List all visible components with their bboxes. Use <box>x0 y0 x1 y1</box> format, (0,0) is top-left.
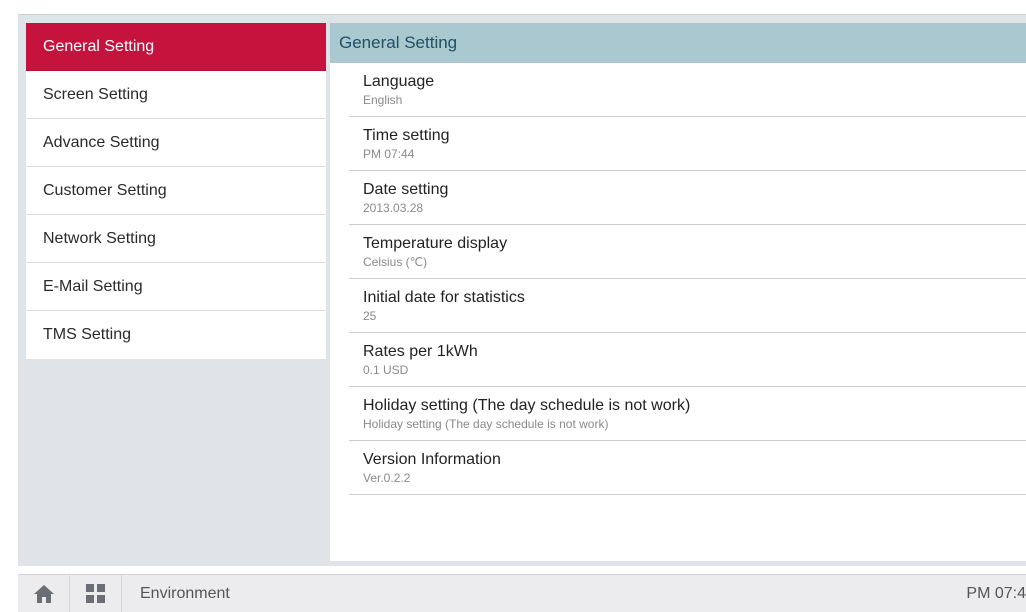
sidebar-item-tms-setting[interactable]: TMS Setting <box>26 311 326 359</box>
settings-list: Language English Time setting PM 07:44 D… <box>330 63 1026 495</box>
setting-value: 2013.03.28 <box>363 200 424 215</box>
setting-row-holiday[interactable]: Holiday setting (The day schedule is not… <box>349 387 1026 441</box>
setting-value: Ver.0.2.2 <box>363 470 411 485</box>
sidebar-item-screen-setting[interactable]: Screen Setting <box>26 71 326 119</box>
setting-row-temperature-display[interactable]: Temperature display Celsius (℃) <box>349 225 1026 279</box>
setting-row-version[interactable]: Version Information Ver.0.2.2 <box>349 441 1026 495</box>
setting-title: Initial date for statistics <box>363 288 525 306</box>
clock-display: PM 07:4 <box>966 584 1026 602</box>
setting-value: Holiday setting (The day schedule is not… <box>363 416 609 431</box>
menu-grid-button[interactable] <box>70 574 122 612</box>
setting-title: Temperature display <box>363 234 508 252</box>
setting-title: Version Information <box>363 450 501 468</box>
sidebar-item-advance-setting[interactable]: Advance Setting <box>26 119 326 167</box>
setting-row-statistics-date[interactable]: Initial date for statistics 25 <box>349 279 1026 333</box>
setting-value: English <box>363 92 403 107</box>
setting-row-date[interactable]: Date setting 2013.03.28 <box>349 171 1026 225</box>
home-button[interactable] <box>18 574 70 612</box>
sidebar-item-network-setting[interactable]: Network Setting <box>26 215 326 263</box>
panel-title: General Setting <box>330 23 1026 63</box>
setting-row-rates[interactable]: Rates per 1kWh 0.1 USD <box>349 333 1026 387</box>
sidebar-item-customer-setting[interactable]: Customer Setting <box>26 167 326 215</box>
bottom-bar: Environment PM 07:4 <box>18 574 1026 612</box>
sidebar-item-general-setting[interactable]: General Setting <box>26 23 326 71</box>
setting-value: 0.1 USD <box>363 362 409 377</box>
setting-row-time[interactable]: Time setting PM 07:44 <box>349 117 1026 171</box>
setting-value: PM 07:44 <box>363 146 415 161</box>
settings-panel: General Setting Language English Time se… <box>330 23 1026 561</box>
setting-title: Time setting <box>363 126 450 144</box>
setting-title: Date setting <box>363 180 449 198</box>
setting-title: Holiday setting (The day schedule is not… <box>363 396 691 414</box>
app-frame: General Setting Screen Setting Advance S… <box>18 14 1026 566</box>
setting-row-language[interactable]: Language English <box>349 63 1026 117</box>
setting-value: Celsius (℃) <box>363 254 428 269</box>
home-icon <box>33 584 54 603</box>
sidebar-item-email-setting[interactable]: E-Mail Setting <box>26 263 326 311</box>
current-section-label: Environment <box>140 584 230 602</box>
setting-title: Language <box>363 72 435 90</box>
grid-menu-icon <box>86 584 105 603</box>
setting-value: 25 <box>363 308 377 323</box>
setting-title: Rates per 1kWh <box>363 342 478 360</box>
settings-sidebar: General Setting Screen Setting Advance S… <box>26 23 326 359</box>
